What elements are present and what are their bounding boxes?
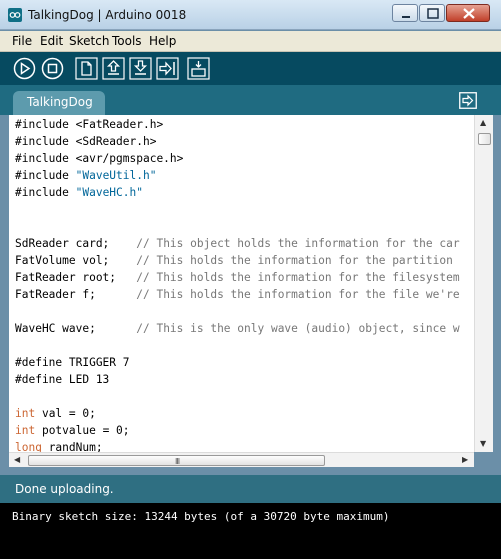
code-comment: // This is the only wave (audio) object,… xyxy=(136,322,460,335)
code-comment: // This object holds the information for… xyxy=(136,237,460,250)
code-text: #include <SdReader.h> xyxy=(15,135,157,148)
code-text: FatVolume vol; xyxy=(15,254,137,267)
code-text: #include xyxy=(15,169,76,182)
minimize-icon xyxy=(402,16,410,18)
maximize-button[interactable] xyxy=(419,4,445,22)
code-string: "WaveUtil.h" xyxy=(75,169,157,182)
stop-button[interactable] xyxy=(41,57,64,80)
toolbar xyxy=(0,52,501,85)
code-text: #define LED 13 xyxy=(15,373,110,386)
status-bar: Done uploading. xyxy=(0,475,501,503)
verify-button[interactable] xyxy=(13,57,36,80)
code-line: int potvalue = 0; xyxy=(15,424,130,441)
code-text: #include xyxy=(15,186,76,199)
play-icon xyxy=(13,57,36,80)
code-string: "WaveHC.h" xyxy=(75,186,143,199)
scroll-grip: III xyxy=(175,457,180,466)
scroll-up-icon[interactable]: ▲ xyxy=(480,118,486,127)
code-line: FatReader root; // This holds the inform… xyxy=(15,271,460,288)
status-message: Done uploading. xyxy=(15,482,114,496)
menu-bar: File Edit Sketch Tools Help xyxy=(0,31,501,52)
tab-menu-icon xyxy=(459,92,477,109)
menu-file[interactable]: File xyxy=(12,34,32,48)
code-line: long randNum; xyxy=(15,441,103,452)
save-button[interactable] xyxy=(129,57,152,80)
upload-button[interactable] xyxy=(156,57,179,80)
code-text: potvalue = 0; xyxy=(35,424,130,437)
code-text: SdReader card; xyxy=(15,237,137,250)
window-title: TalkingDog | Arduino 0018 xyxy=(28,8,187,22)
stop-icon xyxy=(41,57,64,80)
code-text: val = 0; xyxy=(35,407,96,420)
code-text: FatReader root; xyxy=(15,271,137,284)
code-line: int val = 0; xyxy=(15,407,96,424)
code-text: FatReader f; xyxy=(15,288,137,301)
code-text: #define TRIGGER 7 xyxy=(15,356,130,369)
vertical-scroll-thumb[interactable] xyxy=(478,133,491,145)
scroll-right-icon[interactable]: ▶ xyxy=(462,455,468,464)
horizontal-scroll-thumb[interactable]: III xyxy=(28,455,325,466)
close-button[interactable] xyxy=(446,4,490,22)
code-comment: // This holds the information for the fi… xyxy=(136,271,460,284)
code-comment: // This holds the information for the fi… xyxy=(136,288,460,301)
code-line: #include "WaveHC.h" xyxy=(15,186,143,203)
scroll-left-icon[interactable]: ◀ xyxy=(14,455,20,464)
tab-menu-button[interactable] xyxy=(459,92,477,109)
code-line: #define LED 13 xyxy=(15,373,109,390)
tab-strip: TalkingDog xyxy=(0,85,501,115)
open-button[interactable] xyxy=(102,57,125,80)
code-line: WaveHC wave; // This is the only wave (a… xyxy=(15,322,460,339)
code-line: FatVolume vol; // This holds the informa… xyxy=(15,254,453,271)
close-icon xyxy=(463,8,475,19)
horizontal-scrollbar[interactable]: ◀ III ▶ xyxy=(9,452,474,467)
code-line: FatReader f; // This holds the informati… xyxy=(15,288,460,305)
new-file-icon xyxy=(75,57,98,80)
code-text: #include <avr/pgmspace.h> xyxy=(15,152,184,165)
tab-label: TalkingDog xyxy=(27,95,93,109)
code-keyword: int xyxy=(15,407,36,420)
window-title-bar[interactable]: TalkingDog | Arduino 0018 xyxy=(0,0,501,30)
code-editor[interactable]: #include <FatReader.h> #include <SdReader… xyxy=(9,115,474,452)
code-line: #include <avr/pgmspace.h> xyxy=(15,152,183,169)
code-line: #include <FatReader.h> xyxy=(15,118,163,135)
open-icon xyxy=(102,57,125,80)
tab-talkingdog[interactable]: TalkingDog xyxy=(13,91,105,115)
new-button[interactable] xyxy=(75,57,98,80)
code-line: SdReader card; // This object holds the … xyxy=(15,237,460,254)
upload-icon xyxy=(156,57,179,80)
scroll-down-icon[interactable]: ▼ xyxy=(480,439,486,448)
code-line: #include "WaveUtil.h" xyxy=(15,169,156,186)
code-line: #include <SdReader.h> xyxy=(15,135,156,152)
code-line: #define TRIGGER 7 xyxy=(15,356,130,373)
console-message: Binary sketch size: 13244 bytes (of a 30… xyxy=(12,510,390,523)
minimize-button[interactable] xyxy=(392,4,418,22)
serial-monitor-button[interactable] xyxy=(187,57,210,80)
save-icon xyxy=(129,57,152,80)
menu-sketch[interactable]: Sketch xyxy=(69,34,109,48)
menu-edit[interactable]: Edit xyxy=(40,34,63,48)
code-text: #include <FatReader.h> xyxy=(15,118,164,131)
console-output: Binary sketch size: 13244 bytes (of a 30… xyxy=(0,503,501,559)
menu-tools[interactable]: Tools xyxy=(112,34,142,48)
maximize-icon xyxy=(427,8,439,19)
menu-help[interactable]: Help xyxy=(149,34,176,48)
vertical-scrollbar[interactable]: ▲ ▼ xyxy=(474,115,493,452)
code-text: WaveHC wave; xyxy=(15,322,137,335)
code-keyword: long xyxy=(15,441,42,452)
serial-monitor-icon xyxy=(187,57,210,80)
code-comment: // This holds the information for the pa… xyxy=(136,254,453,267)
arduino-app-icon xyxy=(8,8,22,22)
code-keyword: int xyxy=(15,424,36,437)
code-text: randNum; xyxy=(41,441,103,452)
